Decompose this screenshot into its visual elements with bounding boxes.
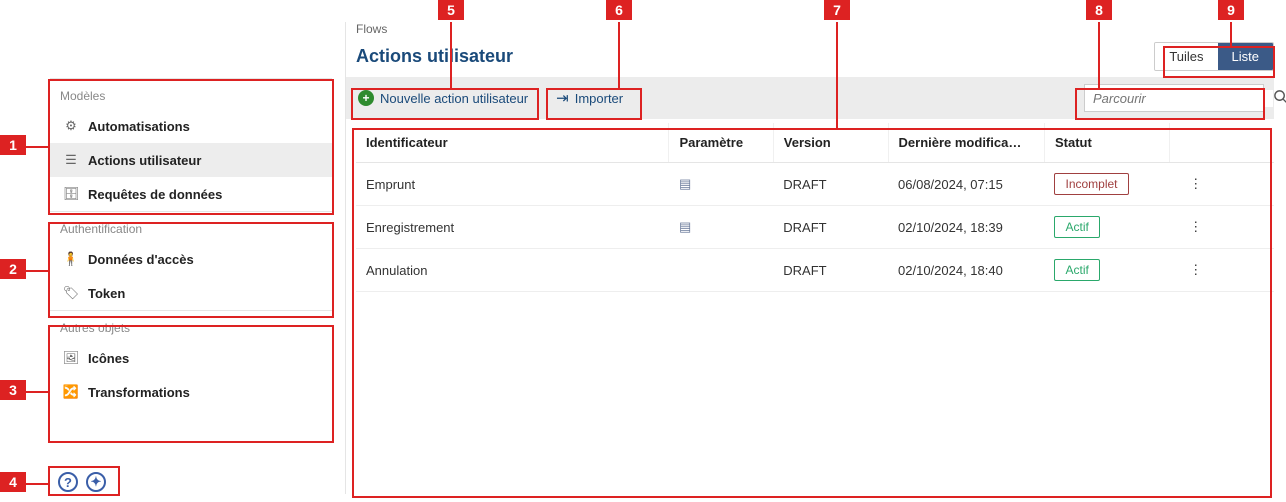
cell-id: Emprunt — [356, 163, 669, 206]
cell-status: Incomplet — [1044, 163, 1169, 206]
status-badge: Actif — [1054, 259, 1099, 281]
search-box[interactable] — [1084, 84, 1264, 112]
button-label: Importer — [575, 91, 623, 106]
cell-version: DRAFT — [773, 206, 888, 249]
search-input[interactable] — [1091, 90, 1273, 107]
col-spacer — [1222, 123, 1274, 163]
help-icon[interactable]: ? — [58, 472, 78, 492]
table-row[interactable]: Enregistrement ▤ DRAFT02/10/2024, 18:39 Act… — [356, 206, 1274, 249]
cell-modified: 02/10/2024, 18:39 — [888, 206, 1044, 249]
sidebar: Modèles ⚙ Automatisations ☰ Actions util… — [50, 78, 332, 409]
callout-9: 9 — [1218, 0, 1244, 20]
col-status[interactable]: Statut — [1044, 123, 1169, 163]
sidebar-footer: ? ✦ — [58, 472, 106, 492]
sidebar-item-label: Actions utilisateur — [88, 153, 201, 168]
globe-icon[interactable]: ✦ — [86, 472, 106, 492]
sidebar-item-label: Automatisations — [88, 119, 190, 134]
cell-param: ▤ — [669, 163, 773, 206]
table-row[interactable]: Annulation DRAFT02/10/2024, 18:40 Actif ⋮ — [356, 249, 1274, 292]
section-title: Authentification — [50, 212, 332, 242]
section-title: Modèles — [50, 79, 332, 109]
search-icon[interactable] — [1273, 89, 1286, 107]
toolbar: + Nouvelle action utilisateur ⇥ Importer — [346, 77, 1274, 119]
sidebar-item-requetes[interactable]: 🗄 Requêtes de données — [50, 177, 332, 211]
sidebar-item-label: Transformations — [88, 385, 190, 400]
callout-5: 5 — [438, 0, 464, 20]
sidebar-item-label: Requêtes de données — [88, 187, 222, 202]
cell-id: Enregistrement — [356, 206, 669, 249]
sidebar-item-automatisations[interactable]: ⚙ Automatisations — [50, 109, 332, 143]
sidebar-section-modeles: Modèles ⚙ Automatisations ☰ Actions util… — [50, 78, 332, 211]
cell-status: Actif — [1044, 206, 1169, 249]
cell-modified: 02/10/2024, 18:40 — [888, 249, 1044, 292]
import-button[interactable]: ⇥ Importer — [548, 85, 631, 111]
row-menu-button[interactable]: ⋮ — [1170, 163, 1222, 206]
sidebar-item-actions-utilisateur[interactable]: ☰ Actions utilisateur — [50, 143, 332, 177]
view-toggle: Tuiles Liste — [1154, 42, 1274, 71]
col-actions — [1170, 123, 1222, 163]
status-badge: Incomplet — [1054, 173, 1128, 195]
cell-version: DRAFT — [773, 163, 888, 206]
row-menu-button[interactable]: ⋮ — [1170, 249, 1222, 292]
col-modified[interactable]: Dernière modifica… — [888, 123, 1044, 163]
row-menu-button[interactable]: ⋮ — [1170, 206, 1222, 249]
import-icon: ⇥ — [556, 89, 569, 107]
key-icon: 🧍 — [60, 251, 82, 267]
cell-param — [669, 249, 773, 292]
tag-icon: 🏷 — [60, 285, 82, 301]
col-param[interactable]: Paramètre — [669, 123, 773, 163]
data-request-icon: 🗄 — [60, 186, 82, 202]
callout-4: 4 — [0, 472, 26, 492]
col-id[interactable]: Identificateur — [356, 123, 669, 163]
callout-6: 6 — [606, 0, 632, 20]
breadcrumb[interactable]: Flows — [356, 22, 1274, 36]
col-version[interactable]: Version — [773, 123, 888, 163]
sidebar-item-label: Token — [88, 286, 125, 301]
sidebar-item-token[interactable]: 🏷 Token — [50, 276, 332, 310]
param-icon: ▤ — [679, 219, 691, 234]
main-content: Flows Actions utilisateur Tuiles Liste +… — [345, 22, 1274, 494]
sidebar-item-icones[interactable]: 🖼 Icônes — [50, 341, 332, 375]
cell-id: Annulation — [356, 249, 669, 292]
callout-1: 1 — [0, 135, 26, 155]
sidebar-item-donnees-acces[interactable]: 🧍 Données d'accès — [50, 242, 332, 276]
param-icon: ▤ — [679, 176, 691, 191]
callout-8: 8 — [1086, 0, 1112, 20]
table-row[interactable]: Emprunt ▤ DRAFT06/08/2024, 07:15 Incomplet ⋮ — [356, 163, 1274, 206]
callout-2: 2 — [0, 259, 26, 279]
sidebar-section-autres: Autres objets 🖼 Icônes 🔀 Transformations — [50, 310, 332, 409]
section-title: Autres objets — [50, 311, 332, 341]
cell-modified: 06/08/2024, 07:15 — [888, 163, 1044, 206]
sidebar-section-auth: Authentification 🧍 Données d'accès 🏷 Tok… — [50, 211, 332, 310]
cell-status: Actif — [1044, 249, 1169, 292]
actions-table: Identificateur Paramètre Version Dernièr… — [356, 123, 1274, 292]
cell-version: DRAFT — [773, 249, 888, 292]
status-badge: Actif — [1054, 216, 1099, 238]
button-label: Nouvelle action utilisateur — [380, 91, 528, 106]
view-tiles-button[interactable]: Tuiles — [1155, 43, 1217, 70]
sidebar-item-label: Données d'accès — [88, 252, 194, 267]
sidebar-item-label: Icônes — [88, 351, 129, 366]
user-action-icon: ☰ — [60, 152, 82, 168]
page-title: Actions utilisateur — [356, 46, 513, 67]
callout-3: 3 — [0, 380, 26, 400]
automation-icon: ⚙ — [60, 118, 82, 134]
shuffle-icon: 🔀 — [60, 384, 82, 400]
sidebar-item-transformations[interactable]: 🔀 Transformations — [50, 375, 332, 409]
plus-icon: + — [358, 90, 374, 106]
new-user-action-button[interactable]: + Nouvelle action utilisateur — [350, 85, 536, 111]
image-icon: 🖼 — [60, 350, 82, 366]
callout-7: 7 — [824, 0, 850, 20]
view-list-button[interactable]: Liste — [1218, 43, 1273, 70]
cell-param: ▤ — [669, 206, 773, 249]
